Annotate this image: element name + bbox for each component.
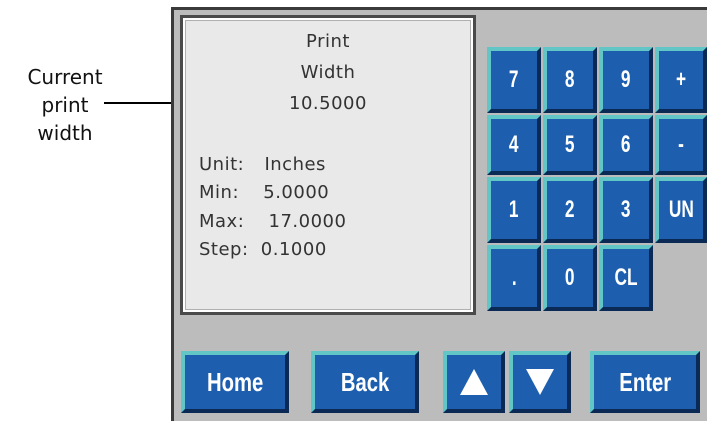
key-minus-label: - xyxy=(678,131,684,158)
key-3-label: 3 xyxy=(621,196,631,223)
key-2-label: 2 xyxy=(565,196,575,223)
up-arrow-button[interactable] xyxy=(443,351,505,413)
down-arrow-button[interactable] xyxy=(509,351,571,413)
key-units[interactable]: UN xyxy=(655,177,707,243)
step-row: Step: 0.1000 xyxy=(199,239,327,260)
step-value: 0.1000 xyxy=(260,239,327,260)
current-print-width-value: 10.5000 xyxy=(289,93,367,114)
key-7[interactable]: 7 xyxy=(487,47,541,113)
key-plus[interactable]: + xyxy=(655,47,707,113)
min-label: Min: xyxy=(199,182,240,203)
key-8[interactable]: 8 xyxy=(543,47,597,113)
key-0[interactable]: 0 xyxy=(543,245,597,311)
step-label: Step: xyxy=(199,239,249,260)
home-button-label: Home xyxy=(206,366,264,397)
unit-row: Unit: Inches xyxy=(199,154,326,175)
key-5-label: 5 xyxy=(565,131,575,158)
key-1-label: 1 xyxy=(509,196,519,223)
unit-value: Inches xyxy=(264,154,326,175)
key-units-label: UN xyxy=(668,196,694,223)
key-minus[interactable]: - xyxy=(655,115,707,175)
unit-label: Unit: xyxy=(199,154,245,175)
key-2[interactable]: 2 xyxy=(543,177,597,243)
key-9[interactable]: 9 xyxy=(599,47,653,113)
key-plus-label: + xyxy=(675,66,687,93)
min-row: Min: 5.0000 xyxy=(199,182,329,203)
key-5[interactable]: 5 xyxy=(543,115,597,175)
callout-label: Current print width xyxy=(0,63,130,147)
key-clear-label: CL xyxy=(614,264,638,291)
callout-line-3: width xyxy=(37,121,93,145)
up-arrow-icon xyxy=(460,369,488,395)
key-clear[interactable]: CL xyxy=(599,245,653,311)
callout-line-2: print xyxy=(41,93,89,117)
max-label: Max: xyxy=(199,211,245,232)
display-title-line-1: Print xyxy=(306,31,350,52)
display-title-line-2: Width xyxy=(300,62,356,83)
key-6-label: 6 xyxy=(621,131,631,158)
enter-button-label: Enter xyxy=(619,366,671,397)
callout-line-1: Current xyxy=(27,65,103,89)
key-1[interactable]: 1 xyxy=(487,177,541,243)
lcd-display: Print Width 10.5000 Unit: Inches Min: 5.… xyxy=(180,15,476,315)
max-row: Max: 17.0000 xyxy=(199,211,346,232)
key-7-label: 7 xyxy=(509,66,519,93)
max-value: 17.0000 xyxy=(268,211,347,232)
back-button[interactable]: Back xyxy=(311,351,419,413)
key-decimal[interactable]: . xyxy=(487,245,541,311)
min-value: 5.0000 xyxy=(263,182,330,203)
key-8-label: 8 xyxy=(565,66,575,93)
back-button-label: Back xyxy=(340,366,390,397)
key-0-label: 0 xyxy=(565,264,575,291)
key-4-label: 4 xyxy=(509,131,519,158)
key-3[interactable]: 3 xyxy=(599,177,653,243)
key-decimal-label: . xyxy=(511,264,517,291)
key-6[interactable]: 6 xyxy=(599,115,653,175)
key-9-label: 9 xyxy=(621,66,631,93)
key-4[interactable]: 4 xyxy=(487,115,541,175)
enter-button[interactable]: Enter xyxy=(590,351,700,413)
home-button[interactable]: Home xyxy=(181,351,289,413)
down-arrow-icon xyxy=(526,369,554,395)
